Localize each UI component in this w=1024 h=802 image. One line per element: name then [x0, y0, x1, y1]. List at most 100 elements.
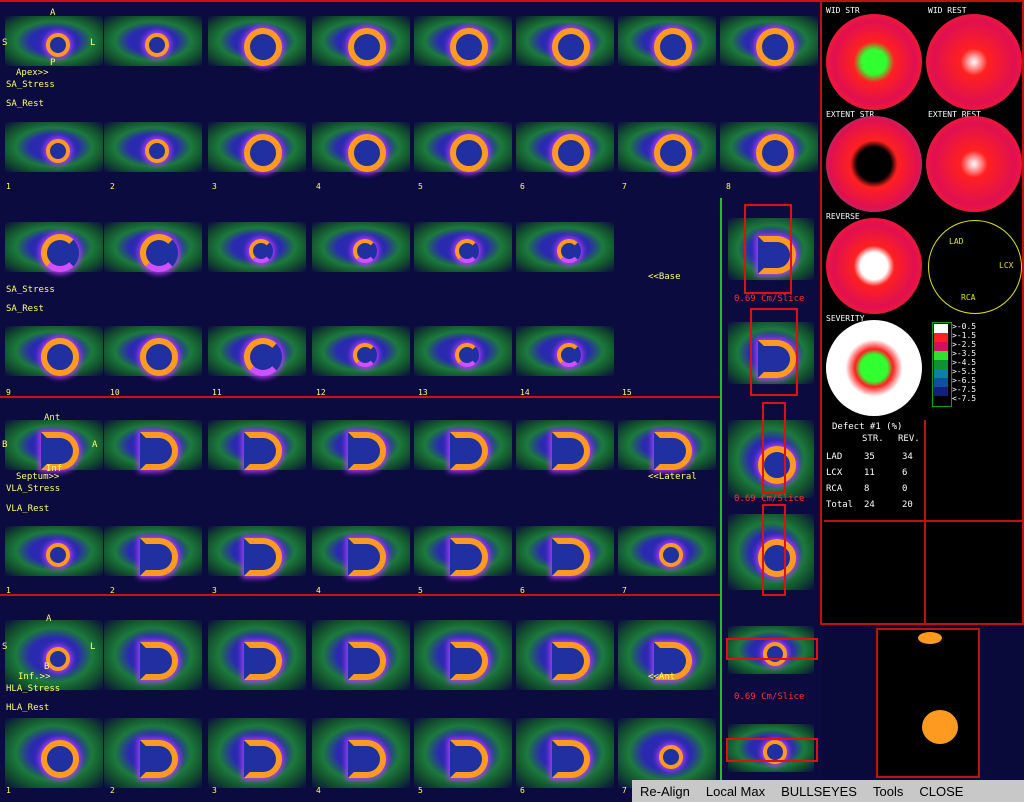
- image-tile[interactable]: [5, 718, 103, 788]
- image-tile[interactable]: [104, 122, 202, 172]
- image-tile[interactable]: [312, 620, 410, 690]
- image-tile[interactable]: [312, 222, 410, 272]
- image-tile[interactable]: [618, 718, 716, 788]
- bullseye-panel: WID STR WID REST EXTENT STR EXTENT REST …: [820, 0, 1024, 625]
- bottom-toolbar: Re-Align Local Max BULLSEYES Tools CLOSE: [632, 780, 1024, 802]
- sa-rest-label-2: SA_Rest: [6, 304, 44, 314]
- severity-bullseye[interactable]: [826, 320, 922, 416]
- legend-label: >-6.5: [952, 376, 977, 385]
- orient-l-2: L: [90, 642, 96, 652]
- slice-range-box[interactable]: [762, 402, 786, 494]
- slice-number: 4: [316, 182, 321, 191]
- image-tile[interactable]: [104, 526, 202, 576]
- image-tile[interactable]: [414, 122, 512, 172]
- slice-range-box[interactable]: [762, 504, 786, 596]
- image-tile[interactable]: [312, 16, 410, 66]
- image-tile[interactable]: [104, 326, 202, 376]
- image-tile[interactable]: [618, 526, 716, 576]
- slice-range-box[interactable]: [726, 638, 818, 660]
- tools-button[interactable]: Tools: [873, 784, 903, 799]
- image-tile[interactable]: [516, 620, 614, 690]
- slice-range-box[interactable]: [750, 308, 798, 396]
- image-tile[interactable]: [516, 122, 614, 172]
- image-tile[interactable]: [618, 420, 716, 470]
- image-tile[interactable]: [312, 718, 410, 788]
- image-tile[interactable]: [312, 122, 410, 172]
- legend-swatch: [934, 342, 948, 351]
- orient-b-2: B: [44, 662, 50, 672]
- image-tile[interactable]: [414, 620, 512, 690]
- reverse-bullseye[interactable]: [826, 218, 922, 314]
- image-tile[interactable]: [5, 222, 103, 272]
- sa-stress-label-2: SA_Stress: [6, 285, 55, 295]
- image-tile[interactable]: [720, 122, 818, 172]
- image-tile[interactable]: [208, 620, 306, 690]
- image-tile[interactable]: [618, 122, 716, 172]
- lateral-label: <<Lateral: [648, 472, 697, 482]
- image-tile[interactable]: [104, 222, 202, 272]
- slice-number: 6: [520, 182, 525, 191]
- image-tile[interactable]: [414, 326, 512, 376]
- slice-range-box[interactable]: [744, 204, 792, 294]
- close-button[interactable]: CLOSE: [919, 784, 963, 799]
- row-rev: 0: [902, 484, 908, 494]
- image-tile[interactable]: [104, 620, 202, 690]
- extent-rest-bullseye[interactable]: [926, 116, 1022, 212]
- image-tile[interactable]: [516, 222, 614, 272]
- image-tile[interactable]: [5, 526, 103, 576]
- wid-str-bullseye[interactable]: [826, 14, 922, 110]
- apex-label: Apex>>: [16, 68, 49, 78]
- image-tile[interactable]: [104, 420, 202, 470]
- orient-a-3: A: [46, 614, 52, 624]
- defect-title: Defect #1 (%): [832, 422, 903, 432]
- image-tile[interactable]: [208, 326, 306, 376]
- divider: [0, 594, 820, 596]
- reverse-label: REVERSE: [826, 212, 860, 221]
- image-tile[interactable]: [312, 526, 410, 576]
- image-tile[interactable]: [208, 526, 306, 576]
- slice-range-box[interactable]: [726, 738, 818, 762]
- image-tile[interactable]: [208, 16, 306, 66]
- legend-label: >-2.5: [952, 340, 977, 349]
- image-tile[interactable]: [208, 420, 306, 470]
- image-tile[interactable]: [414, 420, 512, 470]
- local-max-button[interactable]: Local Max: [706, 784, 765, 799]
- image-tile[interactable]: [414, 16, 512, 66]
- rca-label: RCA: [961, 293, 976, 302]
- image-tile[interactable]: [414, 222, 512, 272]
- image-tile[interactable]: [516, 326, 614, 376]
- image-tile[interactable]: [5, 122, 103, 172]
- hla-rest-label: HLA_Rest: [6, 703, 50, 713]
- image-tile[interactable]: [516, 526, 614, 576]
- image-tile[interactable]: [5, 420, 103, 470]
- slice-number: 1: [6, 786, 11, 795]
- image-tile[interactable]: [618, 16, 716, 66]
- realign-button[interactable]: Re-Align: [640, 784, 690, 799]
- image-tile[interactable]: [516, 420, 614, 470]
- legend-label: >-7.5: [952, 385, 977, 394]
- preview-blob: [922, 710, 958, 744]
- preview-pane[interactable]: [876, 628, 980, 778]
- image-tile[interactable]: [208, 718, 306, 788]
- image-tile[interactable]: [720, 16, 818, 66]
- image-tile[interactable]: [516, 16, 614, 66]
- ant-label: Ant: [44, 413, 61, 423]
- slice-number: 5: [418, 786, 423, 795]
- bullseyes-button[interactable]: BULLSEYES: [781, 784, 857, 799]
- slice-thickness: 0.69 Cm/Slice: [734, 294, 805, 304]
- image-tile[interactable]: [516, 718, 614, 788]
- reference-column: 0.69 Cm/Slice 0.69 Cm/Slice 0.69 Cm/Slic…: [720, 198, 822, 796]
- extent-str-bullseye[interactable]: [826, 116, 922, 212]
- territory-map: LAD LCX RCA: [928, 220, 1022, 314]
- image-tile[interactable]: [104, 16, 202, 66]
- image-tile[interactable]: [5, 326, 103, 376]
- image-tile[interactable]: [414, 526, 512, 576]
- image-tile[interactable]: [208, 222, 306, 272]
- image-tile[interactable]: [312, 420, 410, 470]
- image-tile[interactable]: [208, 122, 306, 172]
- image-tile[interactable]: [104, 718, 202, 788]
- wid-rest-bullseye[interactable]: [926, 14, 1022, 110]
- image-tile[interactable]: [414, 718, 512, 788]
- image-tile[interactable]: [312, 326, 410, 376]
- row-rev: 20: [902, 500, 913, 510]
